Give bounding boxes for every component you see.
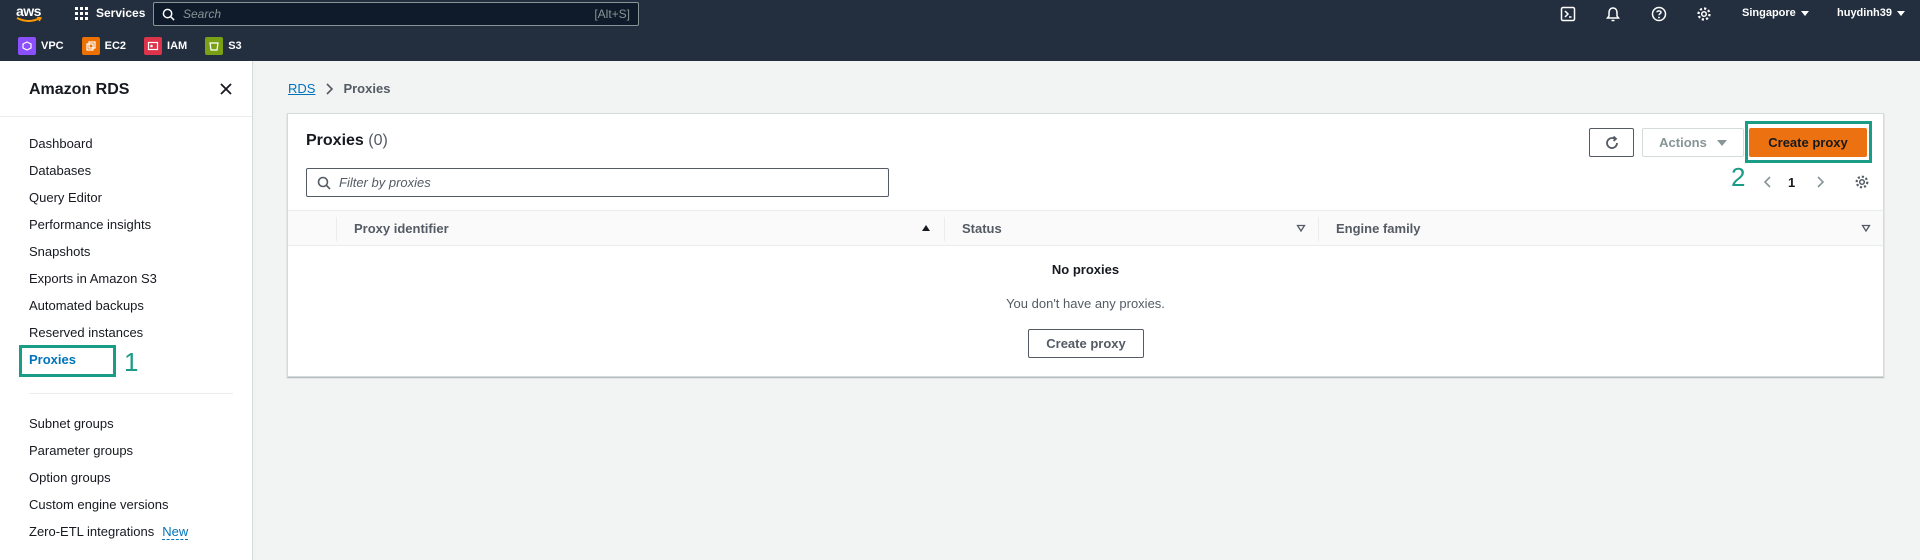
page-number[interactable]: 1 xyxy=(1788,175,1795,190)
sort-icon[interactable] xyxy=(1861,223,1871,233)
step-number: 2 xyxy=(1731,162,1746,192)
search-input[interactable]: Search [Alt+S] xyxy=(153,2,639,26)
new-badge: New xyxy=(162,524,189,540)
column-divider xyxy=(1318,217,1319,241)
table-header: Proxy identifier Status Engine family xyxy=(288,210,1883,246)
favorite-ec2[interactable]: EC2 xyxy=(81,37,127,55)
refresh-icon xyxy=(1605,135,1618,149)
actions-dropdown[interactable]: Actions xyxy=(1642,128,1744,157)
sort-ascending-icon[interactable] xyxy=(921,223,931,233)
account-name: huydinh39 xyxy=(1837,7,1893,19)
region-selector[interactable]: Singapore xyxy=(1742,7,1809,19)
sidebar-item-custom-engine-versions[interactable]: Custom engine versions xyxy=(29,497,168,512)
services-menu-button[interactable]: Services xyxy=(75,6,145,20)
breadcrumb-rds-link[interactable]: RDS xyxy=(288,81,315,96)
favorite-label: IAM xyxy=(167,40,188,52)
search-placeholder: Search xyxy=(183,7,222,21)
caret-down-icon xyxy=(1800,10,1809,16)
grid-icon xyxy=(75,6,88,20)
column-proxy-identifier[interactable]: Proxy identifier xyxy=(354,221,449,236)
search-shortcut: [Alt+S] xyxy=(594,7,630,21)
aws-logo[interactable]: aws xyxy=(16,4,44,24)
divider xyxy=(0,116,252,117)
highlight-box xyxy=(19,345,116,377)
aws-logo-text: aws xyxy=(16,3,41,19)
actions-label: Actions xyxy=(1659,135,1707,150)
s3-icon xyxy=(205,37,224,55)
column-divider xyxy=(944,217,945,241)
sidebar-item-option-groups[interactable]: Option groups xyxy=(29,470,111,485)
refresh-button[interactable] xyxy=(1589,128,1634,157)
iam-icon xyxy=(144,37,163,55)
chevron-right-icon[interactable] xyxy=(1815,175,1825,189)
sidebar-item-parameter-groups[interactable]: Parameter groups xyxy=(29,443,133,458)
chevron-right-icon xyxy=(326,82,334,95)
sidebar-item-subnet-groups[interactable]: Subnet groups xyxy=(29,416,114,431)
caret-down-icon xyxy=(1716,139,1727,146)
column-engine-family[interactable]: Engine family xyxy=(1336,221,1421,236)
empty-create-proxy-button[interactable]: Create proxy xyxy=(1028,329,1144,358)
sidebar-item-performance-insights[interactable]: Performance insights xyxy=(29,217,151,232)
filter-input[interactable]: Filter by proxies xyxy=(306,168,889,197)
search-icon xyxy=(162,8,175,21)
favorite-label: EC2 xyxy=(104,40,127,52)
highlight-box xyxy=(1745,121,1872,163)
region-label: Singapore xyxy=(1742,7,1796,19)
caret-down-icon xyxy=(1897,10,1906,16)
sidebar-item-snapshots[interactable]: Snapshots xyxy=(29,244,90,259)
breadcrumb: RDS Proxies xyxy=(288,81,390,96)
chevron-left-icon[interactable] xyxy=(1763,175,1773,189)
sidebar-item-query-editor[interactable]: Query Editor xyxy=(29,190,102,205)
vpc-icon xyxy=(18,37,36,55)
favorites-bar: VPC EC2 IAM S3 xyxy=(0,33,242,59)
close-icon[interactable] xyxy=(218,81,234,97)
search-icon xyxy=(317,176,331,190)
sidebar-item-dashboard[interactable]: Dashboard xyxy=(29,136,93,151)
favorite-s3[interactable]: S3 xyxy=(205,37,242,55)
panel-title: Proxies (0) xyxy=(306,132,388,150)
account-menu[interactable]: huydinh39 xyxy=(1837,7,1906,19)
sidebar-item-exports-s3[interactable]: Exports in Amazon S3 xyxy=(29,271,157,286)
proxies-panel: Proxies (0) Actions Create proxy Filter … xyxy=(287,113,1884,377)
column-status[interactable]: Status xyxy=(962,221,1002,236)
bell-icon[interactable] xyxy=(1605,6,1621,22)
sidebar-item-reserved-instances[interactable]: Reserved instances xyxy=(29,325,143,340)
gear-icon[interactable] xyxy=(1696,6,1712,22)
step-number: 1 xyxy=(124,347,139,377)
proxy-count: (0) xyxy=(368,132,388,149)
empty-state-title: No proxies xyxy=(1051,262,1120,277)
panel-title-text: Proxies xyxy=(306,132,364,149)
sidebar-item-zero-etl[interactable]: Zero-ETL integrations New xyxy=(29,524,189,540)
favorite-label: S3 xyxy=(228,40,242,52)
top-navigation: aws Services Search [Alt+S] Singapore hu… xyxy=(0,0,1920,61)
sidebar-item-databases[interactable]: Databases xyxy=(29,163,91,178)
cloudshell-icon[interactable] xyxy=(1560,6,1576,22)
filter-placeholder: Filter by proxies xyxy=(339,175,431,190)
sidebar-title: Amazon RDS xyxy=(29,81,130,98)
favorite-iam[interactable]: IAM xyxy=(144,37,187,55)
sidebar: Amazon RDS Dashboard Databases Query Edi… xyxy=(0,61,253,560)
breadcrumb-current: Proxies xyxy=(343,81,391,96)
divider xyxy=(29,393,233,394)
help-icon[interactable] xyxy=(1651,6,1667,22)
ec2-icon xyxy=(81,37,100,55)
sidebar-item-automated-backups[interactable]: Automated backups xyxy=(29,298,144,313)
services-label: Services xyxy=(96,6,146,20)
sidebar-item-label: Zero-ETL integrations xyxy=(29,524,155,539)
sort-icon[interactable] xyxy=(1296,223,1306,233)
favorite-label: VPC xyxy=(41,40,64,52)
preferences-gear-icon[interactable] xyxy=(1854,174,1870,190)
empty-state-description: You don't have any proxies. xyxy=(1006,296,1165,311)
column-divider xyxy=(336,217,337,241)
favorite-vpc[interactable]: VPC xyxy=(18,37,64,55)
